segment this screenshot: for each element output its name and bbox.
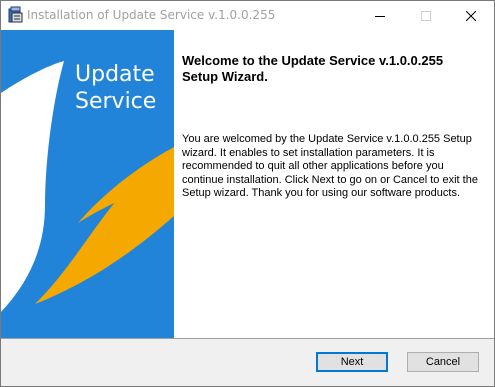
maximize-icon [421,10,431,21]
installer-app-icon [8,6,23,23]
minimize-icon [375,15,385,17]
next-button[interactable]: Next [316,352,388,372]
maximize-button[interactable] [403,1,449,30]
installer-window: Installation of Update Service v.1.0.0.2… [0,0,495,387]
title-bar[interactable]: Installation of Update Service v.1.0.0.2… [1,1,494,30]
close-icon [466,10,476,21]
button-bar: Next Cancel [1,338,494,386]
window-title: Installation of Update Service v.1.0.0.2… [27,8,276,22]
welcome-heading: Welcome to the Update Service v.1.0.0.25… [182,53,444,84]
minimize-button[interactable] [357,1,403,30]
brand-line-1: Update [75,62,155,87]
cancel-button[interactable]: Cancel [407,352,479,372]
white-swoosh [1,61,64,312]
brand-text: Update Service [75,61,156,115]
side-banner: Update Service [1,30,174,338]
brand-line-2: Service [75,89,157,114]
close-button[interactable] [448,1,494,30]
welcome-description: You are welcomed by the Update Service v… [182,133,478,199]
